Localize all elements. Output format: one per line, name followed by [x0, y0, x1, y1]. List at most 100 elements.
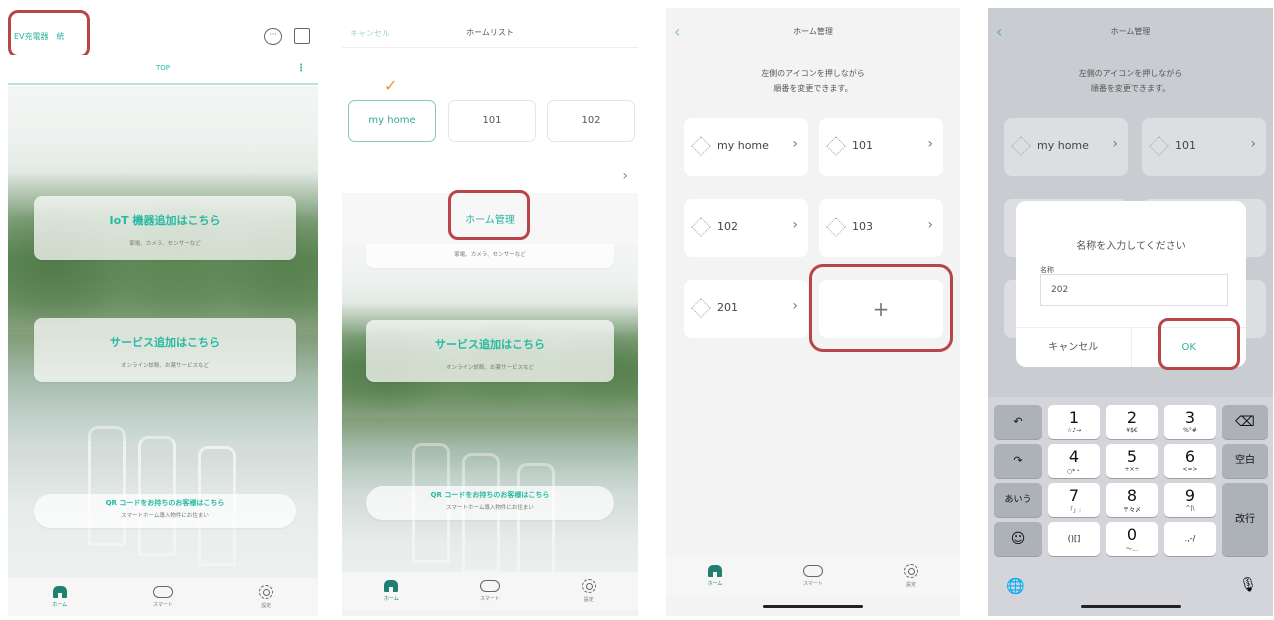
drag-handle-icon[interactable]: [691, 217, 711, 237]
tab-smart[interactable]: スマート: [783, 565, 843, 587]
mic-icon[interactable]: 🎙: [1239, 577, 1257, 593]
highlight-box: [8, 10, 90, 58]
enter-key[interactable]: 改行: [1222, 483, 1268, 556]
service-add-card[interactable]: サービス追加はこちら オンライン診断、お薬サービスなど: [34, 318, 296, 382]
service-add-sub: オンライン診断、お薬サービスなど: [120, 363, 209, 369]
cloud-icon: [803, 565, 823, 577]
dialog-question: 名称を入力してください: [1076, 241, 1186, 252]
undo-key[interactable]: ↶: [994, 405, 1042, 439]
cancel-button[interactable]: キャンセル: [1016, 328, 1131, 367]
home-indicator: [763, 605, 863, 608]
key-0[interactable]: 0 〜…: [1106, 522, 1158, 556]
tab-top[interactable]: TOP: [8, 64, 318, 72]
chair-shape: [517, 463, 555, 583]
qr-card[interactable]: QR コードをお持ちのお客様はこちら スマートホーム導入物件にお住まい: [366, 486, 614, 520]
key-punct[interactable]: .,-/: [1164, 522, 1216, 556]
key-sub: ¥$€: [1126, 427, 1138, 434]
chevron-right-icon[interactable]: ›: [622, 168, 628, 184]
home-name: 101: [1175, 139, 1196, 152]
tab-settings[interactable]: 設定: [881, 564, 941, 588]
cloud-icon: [479, 580, 500, 592]
emoji-icon: ☺: [1010, 531, 1026, 547]
key-1[interactable]: 1 ☆♪→: [1048, 405, 1100, 439]
home-tile-102[interactable]: 102 ›: [684, 199, 808, 257]
key-6[interactable]: 6 <=>: [1164, 444, 1216, 478]
home-indicator: [1080, 605, 1181, 608]
chair-shape: [88, 426, 126, 546]
drag-handle-icon[interactable]: [826, 136, 846, 156]
chevron-right-icon: ›: [792, 217, 798, 233]
tab-home[interactable]: ホーム: [30, 586, 90, 608]
iot-add-card[interactable]: IoT 機器追加はこちら 家電、カメラ、センサーなど: [34, 196, 296, 260]
key-sub: 「」:: [1066, 507, 1082, 514]
home-list-screen: キャンセル ホームリスト ✓ my home 101 102 › ホーム管理 家…: [342, 8, 638, 616]
drag-handle-icon[interactable]: [691, 136, 711, 156]
redo-key[interactable]: ↷: [994, 444, 1042, 478]
home-chip-my-home[interactable]: my home: [348, 100, 436, 142]
page-title: ホーム管理: [793, 27, 833, 36]
backspace-icon: ⌫: [1235, 414, 1255, 430]
home-tile-my-home[interactable]: my home ›: [684, 118, 808, 176]
key-4[interactable]: 4 ○*・: [1048, 444, 1100, 478]
key-7[interactable]: 7 「」:: [1048, 483, 1100, 517]
key-sub: ○*・: [1066, 468, 1082, 475]
chevron-right-icon: ›: [1250, 136, 1256, 152]
key-sub: 〜…: [1125, 546, 1138, 553]
tab-smart[interactable]: スマート: [460, 580, 520, 602]
home-tile-my-home[interactable]: my home ›: [1004, 118, 1128, 176]
chevron-right-icon: ›: [792, 136, 798, 152]
tab-smart-label: スマート: [803, 581, 823, 587]
key-digit: 6: [1184, 447, 1196, 466]
tab-settings[interactable]: 設定: [236, 585, 296, 609]
home-chip-102[interactable]: 102: [547, 100, 635, 142]
key-8[interactable]: 8 〒々〆: [1106, 483, 1158, 517]
home-icon: [708, 565, 722, 577]
qr-card[interactable]: QR コードをお持ちのお客様はこちら スマートホーム導入物件にお住まい: [34, 494, 296, 528]
tab-home[interactable]: ホーム: [361, 580, 421, 602]
backspace-key[interactable]: ⌫: [1222, 405, 1268, 439]
home-tile-101[interactable]: 101 ›: [819, 118, 943, 176]
more-icon[interactable]: ⋮: [296, 63, 306, 74]
key-2[interactable]: 2 ¥$€: [1106, 405, 1158, 439]
home-tile-201[interactable]: 201 ›: [684, 280, 808, 338]
iot-add-card-partial[interactable]: 家電、カメラ、センサーなど: [366, 244, 614, 268]
kana-key[interactable]: あいう: [994, 483, 1042, 517]
background-scene: [342, 243, 638, 616]
drag-handle-icon[interactable]: [1011, 136, 1031, 156]
name-field[interactable]: 202: [1040, 274, 1228, 306]
highlight-box: [1158, 318, 1240, 370]
home-icon: [52, 586, 67, 598]
key-brackets[interactable]: ()[]: [1048, 522, 1100, 556]
key-digit: 0: [1126, 525, 1138, 544]
service-add-card[interactable]: サービス追加はこちら オンライン診断、お薬サービスなど: [366, 320, 614, 382]
home-tile-101[interactable]: 101 ›: [1142, 118, 1266, 176]
chat-icon[interactable]: ···: [264, 28, 282, 45]
tab-smart[interactable]: スマート: [133, 586, 193, 608]
bottom-tabbar: ホーム スマート 設定: [8, 578, 318, 616]
globe-icon[interactable]: 🌐: [1006, 577, 1025, 595]
drag-handle-icon[interactable]: [826, 217, 846, 237]
key-digit: 4: [1068, 447, 1080, 466]
undo-icon: ↶: [1013, 415, 1023, 428]
edit-icon[interactable]: [294, 28, 310, 44]
tab-home-label: ホーム: [383, 596, 399, 602]
drag-handle-icon[interactable]: [691, 298, 711, 318]
key-3[interactable]: 3 %°#: [1164, 405, 1216, 439]
home-name: 102: [717, 220, 738, 233]
key-9[interactable]: 9 ^|\: [1164, 483, 1216, 517]
gear-icon: [259, 585, 274, 599]
tab-settings[interactable]: 設定: [559, 579, 619, 603]
home-tile-103[interactable]: 103 ›: [819, 199, 943, 257]
drag-handle-icon[interactable]: [1149, 136, 1169, 156]
home-chip-101[interactable]: 101: [448, 100, 536, 142]
emoji-key[interactable]: ☺: [994, 522, 1042, 556]
space-key[interactable]: 空白: [1222, 444, 1268, 478]
tab-settings-label: 設定: [261, 603, 272, 609]
key-5[interactable]: 5 +×÷: [1106, 444, 1158, 478]
tab-smart-label: スマート: [480, 596, 500, 602]
hint-line-2: 順番を変更できます。: [773, 84, 853, 93]
key-sub: ☆♪→: [1066, 427, 1082, 434]
key-brackets-label: ()[]: [1067, 534, 1081, 543]
tab-home[interactable]: ホーム: [685, 565, 745, 587]
key-sub: ^|\: [1185, 505, 1195, 512]
